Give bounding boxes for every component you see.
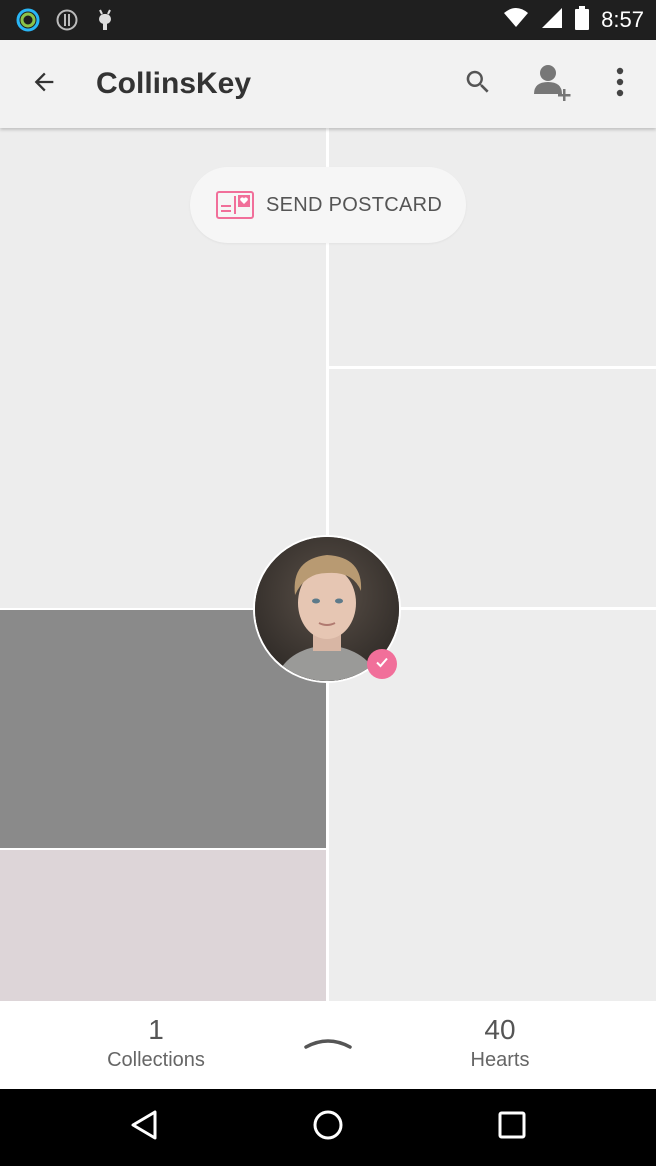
search-button[interactable]	[454, 60, 502, 108]
add-friend-button[interactable]	[528, 60, 576, 108]
page-title: CollinsKey	[96, 67, 252, 100]
hearts-label: Hearts	[470, 1049, 530, 1071]
android-icon	[93, 8, 117, 32]
arrow-back-icon	[30, 68, 58, 101]
add-person-icon	[530, 60, 574, 109]
system-nav-bar	[0, 1089, 656, 1166]
battery-icon	[575, 5, 590, 35]
ring-app-icon	[16, 8, 40, 32]
status-bar: 8:57	[0, 0, 656, 40]
check-icon	[374, 654, 390, 675]
recents-square-icon	[498, 1111, 526, 1144]
collections-label: Collections	[107, 1049, 205, 1071]
info-icon	[55, 8, 79, 32]
search-icon	[463, 67, 493, 102]
back-button[interactable]	[20, 60, 68, 108]
more-options-button[interactable]	[596, 60, 644, 108]
send-postcard-button[interactable]: SEND POSTCARD	[190, 167, 466, 243]
grid-tile[interactable]	[329, 128, 656, 366]
postcard-icon	[216, 191, 254, 219]
chevron-up-icon	[302, 1038, 354, 1055]
profile-stats-bar: 1 Collections 40 Hearts	[0, 1001, 656, 1089]
collections-stat[interactable]: 1 Collections	[56, 1013, 256, 1073]
nav-home-button[interactable]	[308, 1107, 348, 1147]
expand-handle[interactable]	[302, 1037, 354, 1051]
clock-time: 8:57	[601, 7, 644, 32]
more-vert-icon	[616, 67, 624, 102]
grid-tile[interactable]	[0, 850, 326, 1001]
nav-recents-button[interactable]	[492, 1107, 532, 1147]
verified-badge	[367, 649, 397, 679]
send-postcard-label: SEND POSTCARD	[266, 193, 443, 216]
hearts-count: 40	[484, 1014, 516, 1045]
back-triangle-icon	[129, 1109, 159, 1146]
collections-count: 1	[148, 1014, 164, 1045]
wifi-icon	[503, 7, 529, 34]
app-bar: CollinsKey	[0, 40, 656, 128]
home-circle-icon	[312, 1109, 344, 1146]
cell-signal-icon	[541, 7, 563, 34]
nav-back-button[interactable]	[124, 1107, 164, 1147]
hearts-stat[interactable]: 40 Hearts	[400, 1013, 600, 1073]
